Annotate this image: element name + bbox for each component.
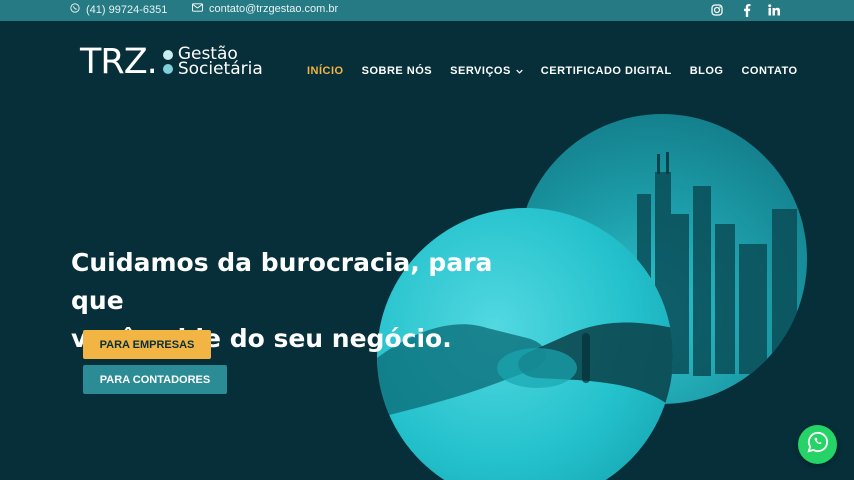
envelope-icon: [192, 3, 209, 15]
hero-headline-line1: Cuidamos da burocracia, para que: [71, 248, 493, 315]
email-contact[interactable]: contato@trzgestao.com.br: [192, 3, 338, 15]
logo-mark: TRZ.: [80, 42, 158, 82]
nav-item-servicos-label: SERVIÇOS: [450, 65, 511, 77]
whatsapp-icon: [807, 431, 829, 458]
nav-item-certificado-digital[interactable]: CERTIFICADO DIGITAL: [541, 65, 672, 77]
logo-dots: [162, 50, 173, 74]
chevron-down-icon: [516, 65, 523, 77]
nav-item-inicio[interactable]: INÍCIO: [307, 65, 344, 77]
phone-number: (41) 99724-6351: [86, 3, 168, 16]
linkedin-icon[interactable]: [766, 2, 782, 18]
whatsapp-icon: [70, 3, 86, 16]
instagram-icon[interactable]: [709, 2, 725, 18]
nav-item-contato[interactable]: CONTATO: [741, 65, 797, 77]
email-address: contato@trzgestao.com.br: [209, 3, 339, 15]
whatsapp-chat-button[interactable]: [798, 425, 837, 464]
logo-text: Gestão Societária: [177, 44, 263, 79]
phone-contact[interactable]: (41) 99724-6351: [70, 3, 167, 16]
top-bar: (41) 99724-6351 contato@trzgestao.com.br: [0, 0, 854, 21]
nav-item-sobre-nos[interactable]: SOBRE NÓS: [362, 65, 433, 77]
facebook-icon[interactable]: [739, 2, 755, 18]
nav-item-servicos[interactable]: SERVIÇOS: [450, 65, 523, 77]
nav-item-blog[interactable]: BLOG: [690, 65, 724, 77]
site-logo[interactable]: TRZ. Gestão Societária: [80, 44, 263, 80]
para-empresas-button[interactable]: PARA EMPRESAS: [83, 330, 211, 359]
para-contadores-button[interactable]: PARA CONTADORES: [83, 365, 227, 394]
main-nav: INÍCIO SOBRE NÓS SERVIÇOS CERTIFICADO DI…: [307, 65, 798, 77]
